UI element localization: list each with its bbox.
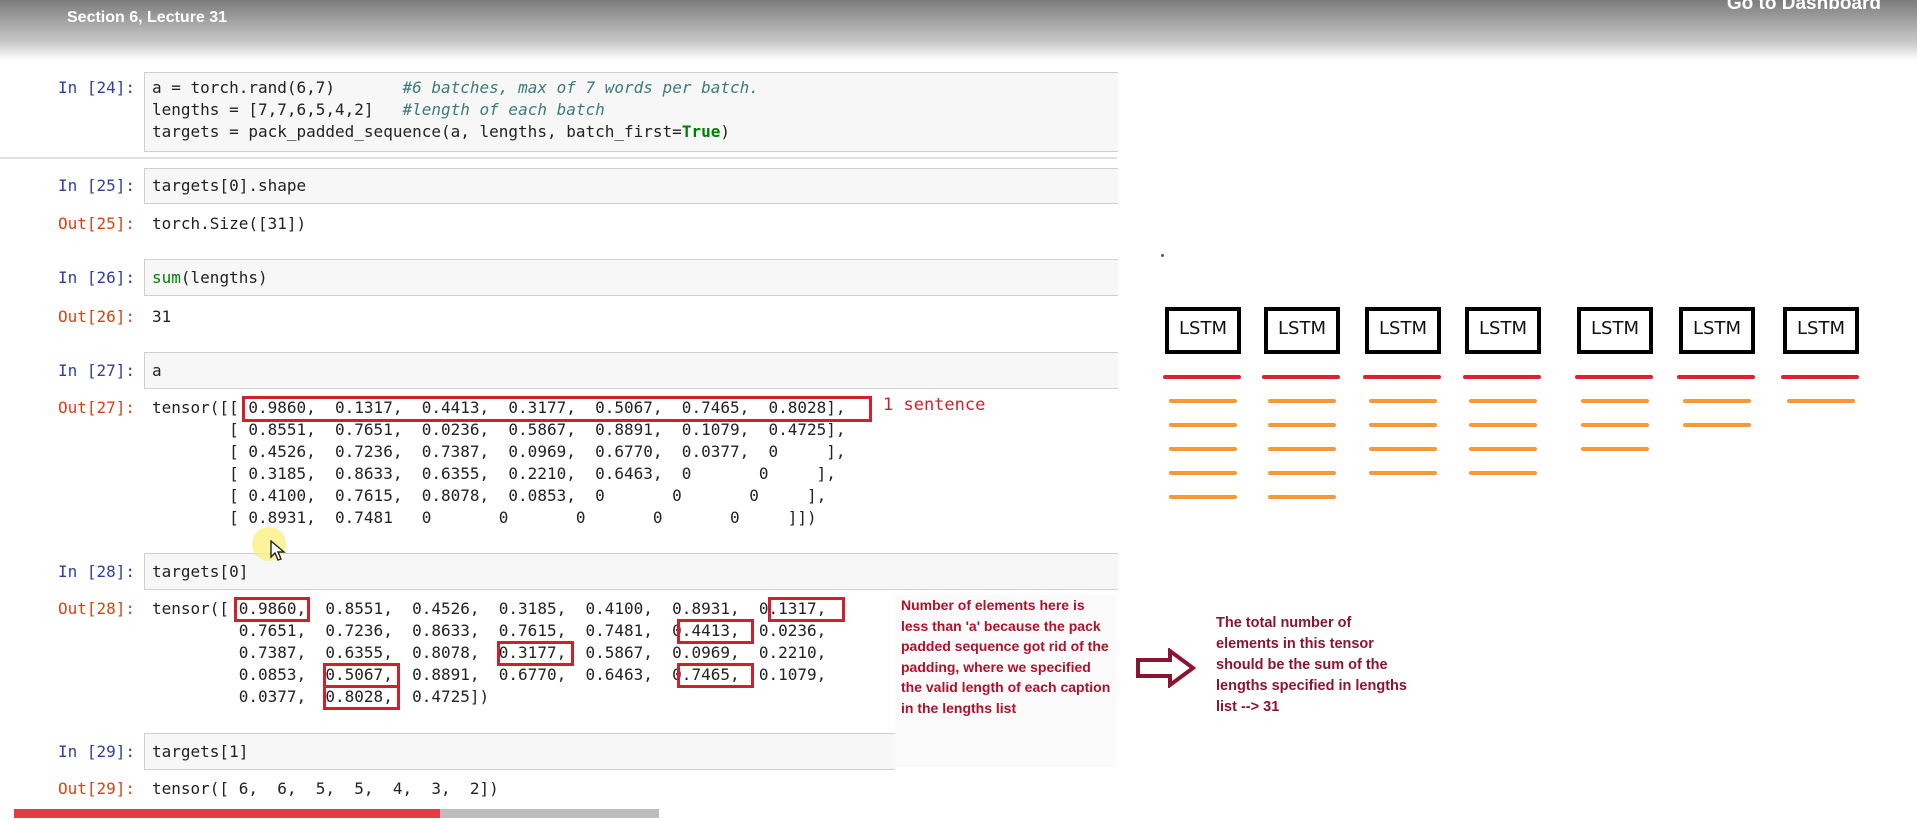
lstm-output-bar-first [1781, 375, 1859, 379]
cell-28-out-prompt: Out[28]: [58, 599, 136, 618]
cell-27-output-row: [ 0.4100, 0.7615, 0.8078, 0.0853, 0 0 0 … [152, 486, 827, 505]
cell-26-code: sum(lengths) [152, 268, 268, 287]
lstm-output-bar [1268, 447, 1336, 451]
cell-27-output-row: [ 0.8551, 0.7651, 0.0236, 0.5867, 0.8891… [152, 420, 846, 439]
lstm-output-bar [1169, 495, 1237, 499]
padding-explanation-note: Number of elements here is less than 'a'… [895, 595, 1117, 767]
lstm-cell-box: LSTM [1365, 307, 1441, 354]
cell-25-code: targets[0].shape [152, 176, 307, 195]
go-to-dashboard-link[interactable]: Go to Dashboard [1727, 0, 1881, 15]
cell-25-output: torch.Size([31]) [152, 214, 307, 233]
value-highlight-box [497, 641, 574, 666]
cell-24-line-3: targets = pack_padded_sequence(a, length… [152, 122, 730, 141]
cell-29-code: targets[1] [152, 742, 249, 761]
lstm-output-bar [1169, 447, 1237, 451]
lstm-output-bar-first [1262, 375, 1340, 379]
video-progress-fill [14, 809, 440, 818]
lstm-output-bar [1369, 471, 1437, 475]
sentence-annotation: 1 sentence [883, 395, 986, 415]
lstm-output-bar [1169, 471, 1237, 475]
cell-29-editor[interactable] [144, 733, 895, 770]
cell-29-prompt: In [29]: [58, 742, 136, 761]
lstm-output-bar [1581, 399, 1649, 403]
lstm-cell-box: LSTM [1165, 307, 1241, 354]
cell-27-code: a [152, 361, 162, 380]
lstm-output-bar [1469, 447, 1537, 451]
lstm-cell-box: LSTM [1465, 307, 1541, 354]
lstm-output-bar [1581, 423, 1649, 427]
lstm-cell-box: LSTM [1783, 307, 1859, 354]
cell-27-prompt: In [27]: [58, 361, 136, 380]
cell-28-output-row: 0.0377, 0.8028, 0.4725]) [152, 687, 490, 706]
lstm-cell-box: LSTM [1679, 307, 1755, 354]
lstm-output-bar [1369, 447, 1437, 451]
cell-29-out-prompt: Out[29]: [58, 779, 136, 798]
lstm-output-bar [1268, 471, 1336, 475]
value-highlight-box [323, 685, 400, 710]
sentence-highlight-box [242, 396, 872, 422]
cell-28-output-row: 0.7387, 0.6355, 0.8078, 0.3177, 0.5867, … [152, 643, 827, 662]
lstm-output-bar [1169, 399, 1237, 403]
cell-27-output-row: [ 0.4526, 0.7236, 0.7387, 0.0969, 0.6770… [152, 442, 846, 461]
mouse-pointer-icon [270, 540, 286, 561]
cell-29-output: tensor([ 6, 6, 5, 5, 4, 3, 2]) [152, 779, 499, 798]
lstm-output-bar-first [1463, 375, 1541, 379]
lstm-output-bar [1369, 423, 1437, 427]
lstm-output-bar-first [1677, 375, 1755, 379]
lstm-output-bar-first [1363, 375, 1441, 379]
lstm-output-bar [1469, 471, 1537, 475]
cell-separator [0, 157, 1117, 159]
cell-24-line-1: a = torch.rand(6,7) #6 batches, max of 7… [152, 78, 759, 97]
value-highlight-box [768, 597, 845, 622]
lstm-output-bar [1369, 399, 1437, 403]
lstm-output-bar-first [1163, 375, 1241, 379]
cell-28-editor[interactable] [144, 553, 1118, 590]
sum-explanation-note: The total number of elements in this ten… [1216, 615, 1407, 715]
lstm-output-bar-first [1575, 375, 1653, 379]
lstm-output-bar [1469, 423, 1537, 427]
lstm-output-bar [1268, 495, 1336, 499]
value-highlight-box [234, 597, 310, 622]
lstm-output-bar [1268, 399, 1336, 403]
cell-26-editor[interactable] [144, 259, 1118, 296]
cell-26-prompt: In [26]: [58, 268, 136, 287]
cell-26-output: 31 [152, 307, 172, 326]
cell-24-line-2: lengths = [7,7,6,5,4,2] #length of each … [152, 100, 605, 119]
cell-25-out-prompt: Out[25]: [58, 214, 136, 233]
lstm-output-bar [1787, 399, 1855, 403]
cell-27-editor[interactable] [144, 352, 1118, 389]
cell-27-out-prompt: Out[27]: [58, 398, 136, 417]
lstm-output-bar [1683, 399, 1751, 403]
cell-24-prompt: In [24]: [58, 78, 136, 97]
cell-25-prompt: In [25]: [58, 176, 136, 195]
lstm-output-bar [1581, 447, 1649, 451]
lstm-output-bar [1268, 423, 1336, 427]
cell-27-output-row: [ 0.3185, 0.8633, 0.6355, 0.2210, 0.6463… [152, 464, 836, 483]
lstm-cell-box: LSTM [1264, 307, 1340, 354]
lstm-cell-box: LSTM [1577, 307, 1653, 354]
stray-dot [1161, 254, 1164, 257]
lstm-output-bar [1683, 423, 1751, 427]
value-highlight-box [677, 619, 754, 644]
cell-26-out-prompt: Out[26]: [58, 307, 136, 326]
value-highlight-box [677, 663, 754, 688]
lstm-output-bar [1469, 399, 1537, 403]
cell-28-code: targets[0] [152, 562, 249, 581]
cell-28-prompt: In [28]: [58, 562, 136, 581]
arrow-right-icon [1136, 648, 1196, 688]
lstm-output-bar [1169, 423, 1237, 427]
cell-27-output-row: [ 0.8931, 0.7481 0 0 0 0 0 ]]) [152, 508, 817, 527]
